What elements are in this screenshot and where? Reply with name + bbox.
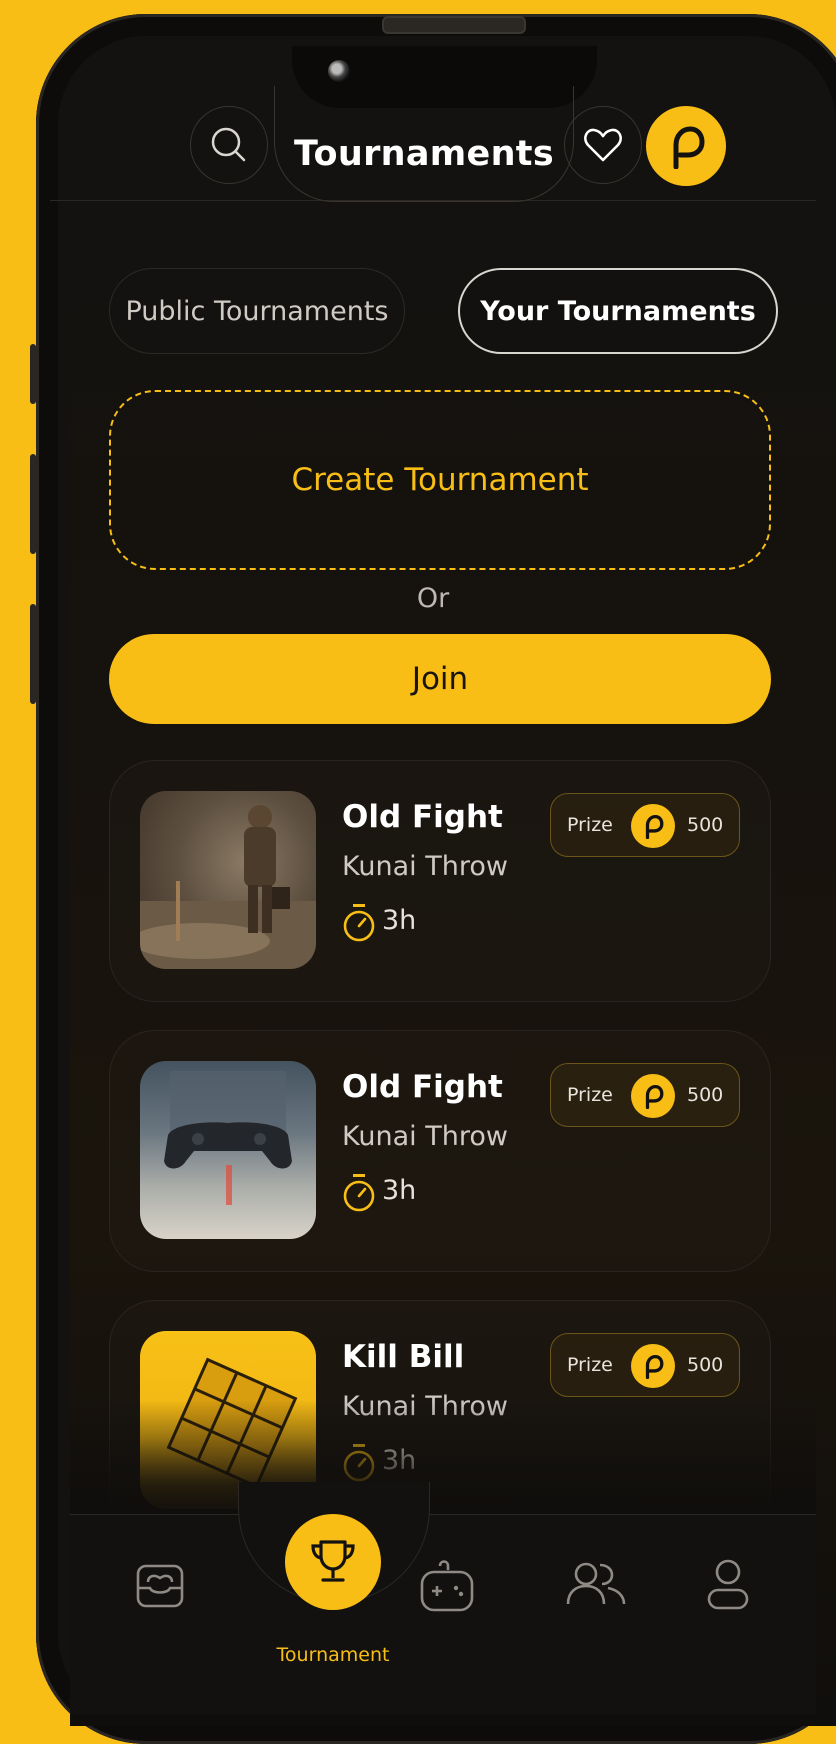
prize-label: Prize [567,814,613,836]
tournament-game: Kunai Throw [342,1121,508,1152]
timer-icon [343,904,375,942]
inbox-icon[interactable] [134,1562,186,1610]
prize-amount: 500 [687,1084,724,1106]
tournament-title: Kill Bill [342,1339,465,1375]
timer-icon [343,1174,375,1212]
tournament-duration: 3h [382,1175,417,1206]
prize-badge: Prize 500 [550,1333,740,1397]
coin-p-icon [673,126,705,169]
search-button[interactable] [190,106,268,184]
tournament-title: Old Fight [342,1069,503,1105]
prize-amount: 500 [687,1354,724,1376]
create-tournament-button[interactable]: Create Tournament [109,390,771,570]
nav-tournament-button[interactable] [285,1514,381,1610]
coin-p-icon [631,1074,675,1118]
list-fade [70,1400,816,1520]
join-button[interactable]: Join [109,634,771,724]
tournament-title: Old Fight [342,799,503,835]
side-button [30,604,36,704]
tournament-duration: 3h [382,905,417,936]
tournament-thumbnail [140,1061,316,1239]
prize-label: Prize [567,1354,613,1376]
coin-p-icon [631,804,675,848]
gamepad-icon[interactable] [418,1556,476,1614]
prize-badge: Prize 500 [550,793,740,857]
prize-badge: Prize 500 [550,1063,740,1127]
favorites-button[interactable] [564,106,642,184]
tournament-card[interactable]: Old Fight Kunai Throw 3h Prize 500 [109,1030,771,1272]
tournament-game: Kunai Throw [342,851,508,882]
side-button [30,344,36,404]
tournament-thumbnail [140,791,316,969]
tab-your-tournaments[interactable]: Your Tournaments [458,268,778,354]
prize-label: Prize [567,1084,613,1106]
content: Tournaments Public Tournaments Your Tour… [50,0,816,1715]
prize-amount: 500 [687,814,724,836]
friends-icon[interactable] [564,1560,628,1608]
side-button [30,454,36,554]
trophy-icon [311,1540,355,1582]
bottom-nav [70,1514,816,1715]
or-separator: Or [416,583,450,614]
tournament-card[interactable]: Old Fight Kunai Throw 3h Prize 500 [109,760,771,1002]
nav-active-label: Tournament [276,1644,390,1666]
coin-p-icon [631,1344,675,1388]
points-badge[interactable] [646,106,726,186]
profile-icon[interactable] [706,1558,750,1612]
page-title: Tournaments [294,134,554,174]
tab-public-tournaments[interactable]: Public Tournaments [109,268,405,354]
heart-icon [584,128,622,162]
search-icon [211,127,246,162]
